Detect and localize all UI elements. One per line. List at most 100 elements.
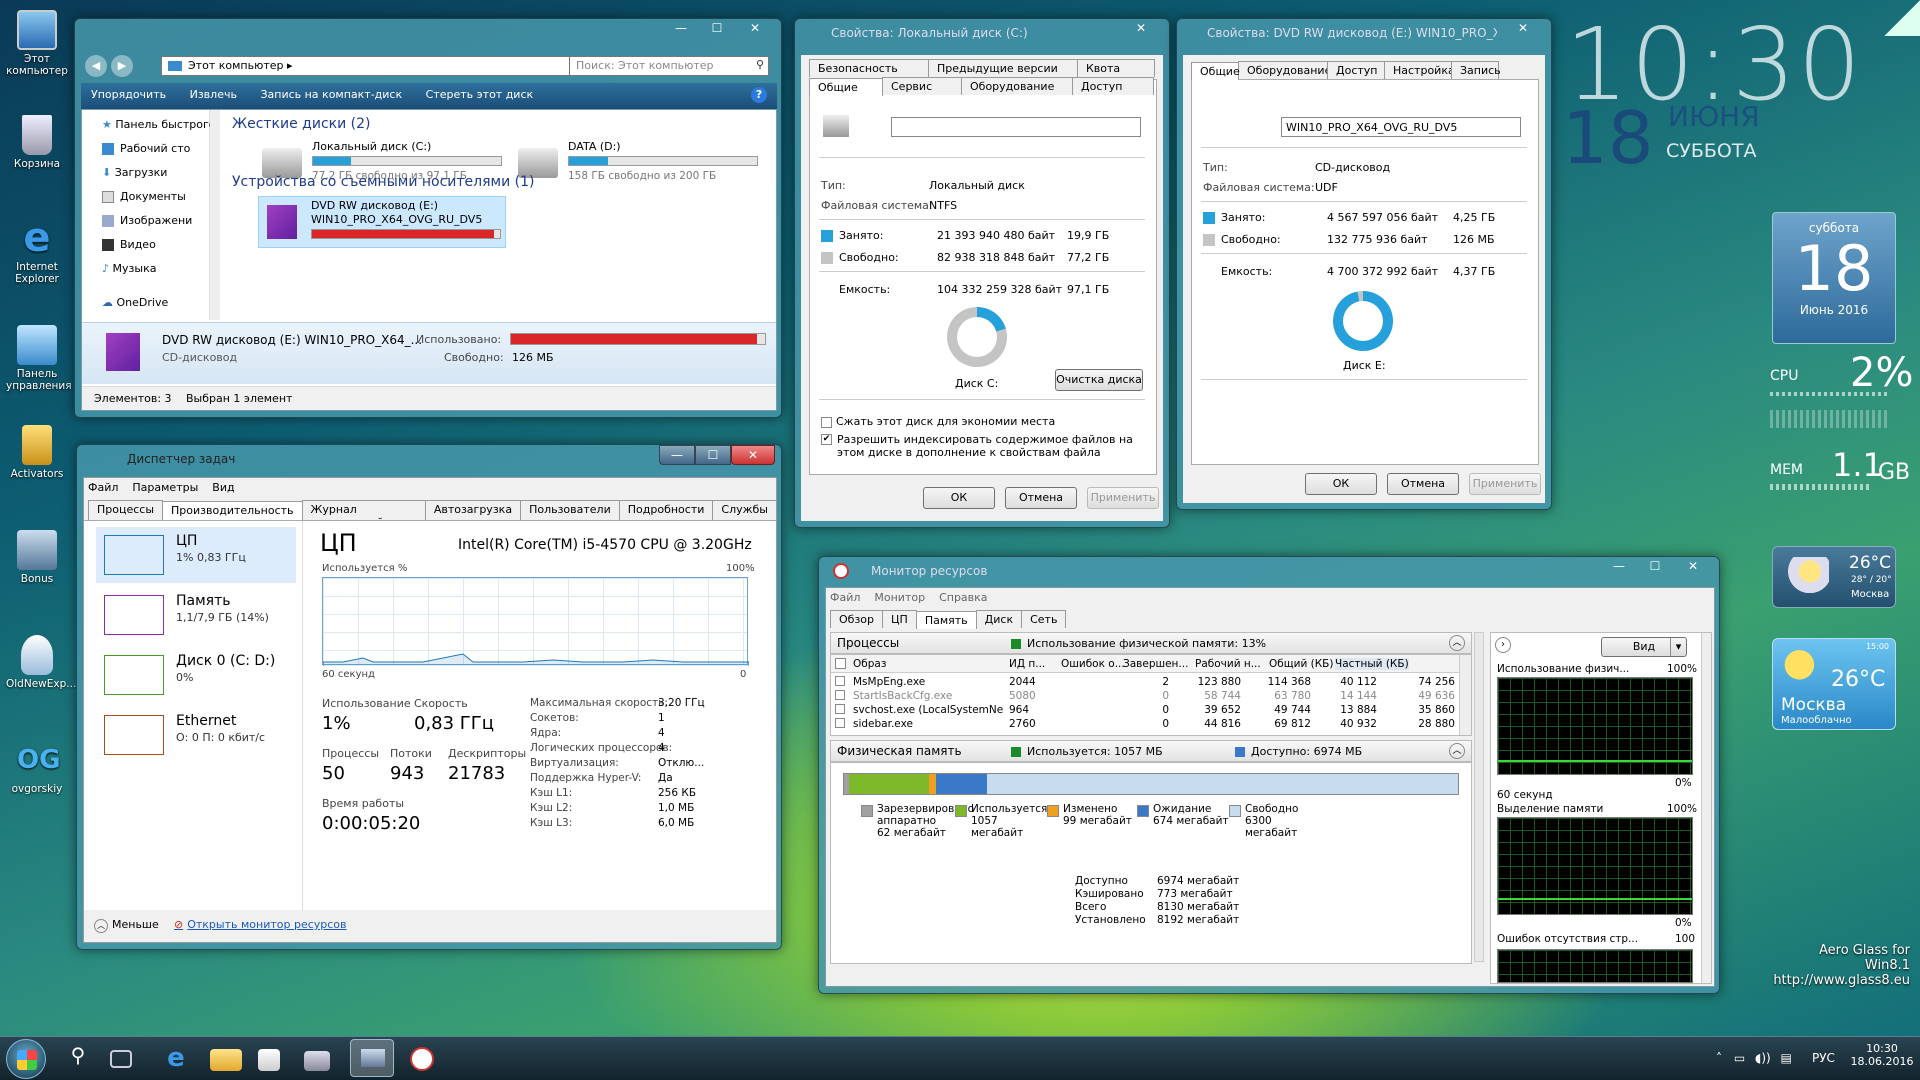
desktop-icon-oldnewexp[interactable]: OldNewExp...: [6, 635, 76, 690]
eject-button[interactable]: Извлечь: [190, 88, 237, 101]
close-button[interactable]: ✕: [1673, 557, 1713, 577]
search-input[interactable]: Поиск: Этот компьютер ⚲: [569, 56, 769, 76]
desktop-icon-ie[interactable]: e Internet Explorer: [6, 218, 68, 285]
ok-button[interactable]: ОК: [1305, 473, 1377, 495]
tray-clock[interactable]: 10:30 18.06.2016: [1850, 1042, 1914, 1068]
apply-button[interactable]: Применить: [1469, 473, 1541, 495]
tab-memory[interactable]: Память: [915, 611, 977, 629]
graphs-scrollbar[interactable]: [1701, 633, 1711, 983]
collapse-icon[interactable]: ︿: [1449, 635, 1465, 651]
view-button[interactable]: Вид ▾: [1601, 637, 1687, 657]
perf-item-memory[interactable]: Память 1,1/7,9 ГБ (14%): [96, 587, 296, 643]
drive-d[interactable]: DATA (D:) 158 ГБ свободно из 200 ГБ: [518, 140, 768, 188]
perf-item-disk[interactable]: Диск 0 (C: D:) 0%: [96, 647, 296, 703]
table-row[interactable]: MsMpEng.exe 2044 2 123 880 114 368 40 112 74 2…: [831, 675, 1461, 689]
tab-tools[interactable]: Сервис: [882, 77, 962, 95]
processes-header[interactable]: Процессы Использование физической памяти…: [830, 632, 1472, 654]
volume-icon[interactable]: ◖)): [1755, 1051, 1771, 1065]
edge-icon[interactable]: e: [160, 1043, 192, 1075]
organize-button[interactable]: Упорядочить: [91, 88, 166, 101]
nav-pictures[interactable]: Изображени: [102, 214, 192, 227]
physical-memory-header[interactable]: Физическая память Используется: 1057 МБ …: [830, 740, 1472, 762]
menu-options[interactable]: Параметры: [132, 481, 198, 494]
tab-general[interactable]: Общие: [809, 78, 883, 96]
col-pid[interactable]: ИД п...: [1009, 658, 1045, 670]
col-working-set[interactable]: Рабочий н...: [1195, 658, 1261, 670]
tab-overview[interactable]: Обзор: [830, 610, 884, 628]
tab-sharing[interactable]: Доступ: [1327, 61, 1385, 79]
minimize-button[interactable]: —: [1601, 557, 1637, 577]
col-private[interactable]: Частный (КБ): [1335, 658, 1409, 670]
table-row[interactable]: svchost.exe (LocalSystemNet... 964 0 39 652…: [831, 703, 1461, 717]
row-checkbox[interactable]: [835, 704, 845, 714]
compress-checkbox[interactable]: Сжать этот диск для экономии места: [821, 415, 1055, 428]
perf-item-cpu[interactable]: ЦП 1% 0,83 ГГц: [96, 527, 296, 583]
desktop-icon-activators[interactable]: Activators: [6, 425, 68, 480]
start-button[interactable]: [6, 1039, 46, 1079]
nav-music[interactable]: ♪ Музыка: [102, 262, 156, 275]
cancel-button[interactable]: Отмена: [1387, 473, 1459, 495]
menu-help[interactable]: Справка: [939, 591, 987, 604]
desktop-icon-this-pc[interactable]: Этот компьютер: [6, 10, 68, 77]
tab-hardware[interactable]: Оборудование: [961, 77, 1073, 95]
maximize-button[interactable]: ☐: [699, 19, 735, 39]
tab-sharing[interactable]: Доступ: [1072, 77, 1154, 95]
perf-item-ethernet[interactable]: Ethernet О: 0 П: 0 кбит/с: [96, 707, 296, 763]
maximize-button[interactable]: ☐: [695, 445, 731, 465]
resource-monitor-taskbar-icon[interactable]: [410, 1047, 434, 1071]
search-icon[interactable]: ⚲: [62, 1043, 94, 1075]
tab-previous-versions[interactable]: Предыдущие версии: [928, 59, 1078, 77]
erase-disc-button[interactable]: Стереть этот диск: [426, 88, 534, 101]
expand-icon[interactable]: ›: [1495, 637, 1511, 653]
back-button[interactable]: ◀: [85, 55, 107, 77]
group-hard-drives[interactable]: Жесткие диски (2): [232, 116, 370, 132]
volume-label-input[interactable]: WIN10_PRO_X64_OVG_RU_DV5: [1281, 117, 1521, 137]
nav-onedrive[interactable]: ☁ OneDrive: [102, 296, 168, 309]
nav-video[interactable]: Видео: [102, 238, 156, 251]
close-button[interactable]: ✕: [731, 445, 775, 465]
open-resource-monitor-link[interactable]: ⊘ Открыть монитор ресурсов: [174, 918, 347, 931]
network-icon[interactable]: ▭: [1734, 1051, 1745, 1065]
burn-button[interactable]: Запись на компакт-диск: [260, 88, 402, 101]
volume-label-input[interactable]: [891, 117, 1141, 137]
address-bar[interactable]: Этот компьютер ▸: [161, 56, 617, 76]
fewer-details-button[interactable]: ︿ Меньше: [94, 918, 159, 933]
tab-quota[interactable]: Квота: [1077, 59, 1155, 77]
notifications-icon[interactable]: ▤: [1781, 1051, 1792, 1065]
tab-recording[interactable]: Запись: [1451, 61, 1501, 79]
chevron-up-icon[interactable]: ˄: [1716, 1051, 1722, 1065]
menu-file[interactable]: Файл: [830, 591, 860, 604]
table-row[interactable]: StartIsBackCfg.exe 5080 0 58 744 63 780 14 14…: [831, 689, 1461, 703]
nav-documents[interactable]: Документы: [102, 190, 186, 203]
group-removable[interactable]: Устройства со съемными носителями (1): [232, 174, 534, 190]
tab-customize[interactable]: Настройка: [1384, 61, 1455, 79]
desktop-icon-ovgorskiy[interactable]: OG ovgorskiy: [6, 740, 68, 795]
select-all-checkbox[interactable]: [835, 658, 846, 669]
ok-button[interactable]: ОК: [923, 487, 995, 509]
table-row[interactable]: sidebar.exe 2760 0 44 816 69 812 40 932 28 880: [831, 717, 1461, 731]
minimize-button[interactable]: —: [663, 19, 699, 39]
index-checkbox[interactable]: ✔ Разрешить индексировать содержимое файл…: [821, 433, 1143, 459]
nav-desktop[interactable]: Рабочий сто: [102, 142, 190, 155]
task-view-icon[interactable]: [110, 1050, 132, 1068]
file-explorer-icon[interactable]: [210, 1049, 242, 1071]
col-image[interactable]: Образ: [853, 658, 886, 670]
col-hard-faults[interactable]: Ошибок о...: [1061, 658, 1125, 670]
calendar-gadget[interactable]: суббота 18 Июнь 2016: [1772, 212, 1896, 344]
drive-e-selected[interactable]: DVD RW дисковод (E:) WIN10_PRO_X64_OVG_R…: [258, 196, 506, 248]
tab-security[interactable]: Безопасность: [809, 59, 929, 77]
weather-gadget-large[interactable]: 15:00 26°C Москва Малооблачно: [1772, 638, 1896, 730]
forward-button[interactable]: ▶: [111, 55, 133, 77]
close-button[interactable]: ✕: [1501, 19, 1545, 39]
desktop-icon-recycle-bin[interactable]: Корзина: [6, 115, 68, 170]
collapse-icon[interactable]: ︿: [1449, 743, 1465, 759]
row-checkbox[interactable]: [835, 676, 845, 686]
tab-general[interactable]: Общие: [1191, 62, 1240, 80]
help-icon[interactable]: ?: [751, 87, 767, 103]
language-indicator[interactable]: РУС: [1812, 1051, 1835, 1065]
task-manager-taskbar-button[interactable]: [350, 1039, 394, 1077]
drive-app-icon[interactable]: [304, 1051, 330, 1071]
row-checkbox[interactable]: [835, 690, 845, 700]
menu-monitor[interactable]: Монитор: [874, 591, 925, 604]
cancel-button[interactable]: Отмена: [1005, 487, 1077, 509]
